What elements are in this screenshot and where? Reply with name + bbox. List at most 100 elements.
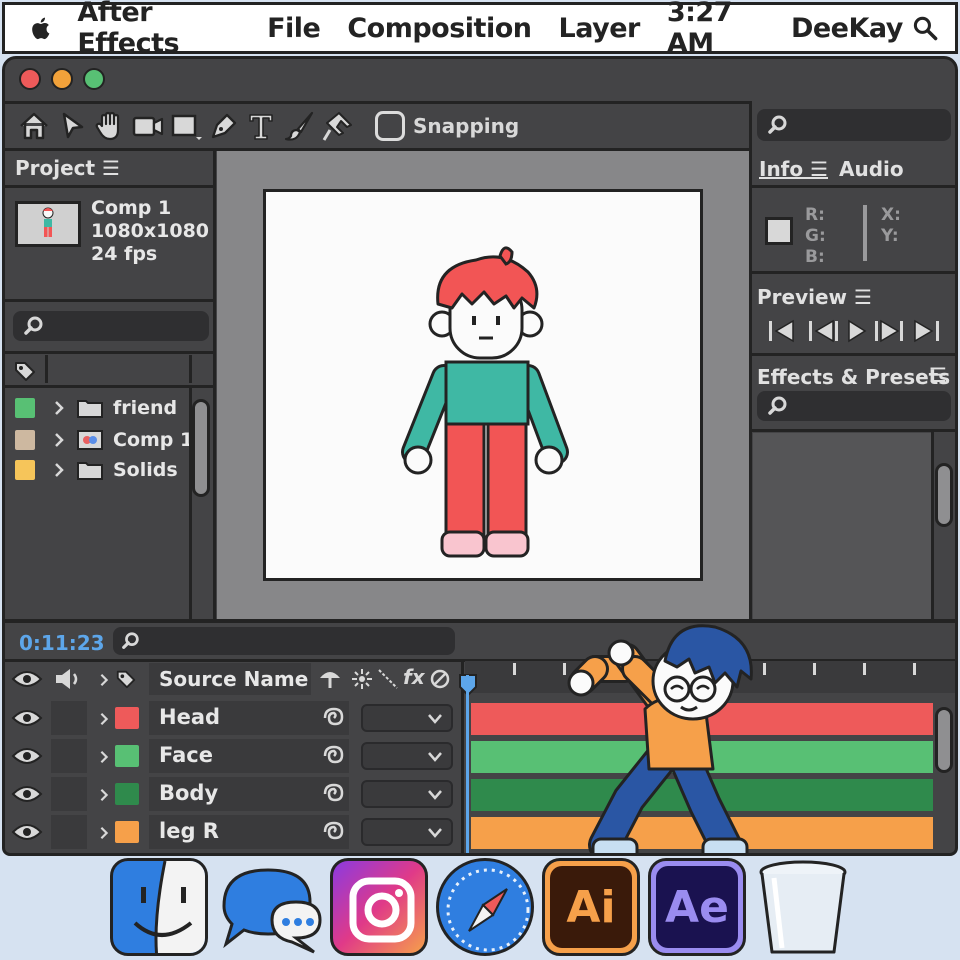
audio-toggle-cell[interactable] [51, 701, 87, 735]
effects-menu-icon[interactable]: ☰ [929, 363, 947, 387]
project-panel-title[interactable]: Project ☰ [15, 156, 120, 180]
selection-arrow-icon[interactable] [55, 109, 89, 143]
after-effects-icon[interactable]: Ae [648, 858, 746, 956]
hand-icon[interactable] [93, 109, 127, 143]
fx-label[interactable]: fx [403, 665, 425, 689]
chevron-right-icon[interactable] [97, 748, 111, 766]
pen-icon[interactable] [207, 109, 241, 143]
spotlight-search-icon[interactable] [911, 12, 939, 44]
project-item-comp-1[interactable]: Comp 1 [15, 425, 193, 455]
previous-frame-icon[interactable] [809, 319, 838, 343]
menu-composition[interactable]: Composition [347, 13, 532, 44]
tab-audio[interactable]: Audio [839, 157, 904, 181]
layer-row-leg-r[interactable]: leg R [5, 815, 461, 853]
home-icon[interactable] [17, 109, 51, 143]
play-icon[interactable] [848, 319, 867, 343]
label-color-swatch[interactable] [15, 460, 35, 480]
layer-row-body[interactable]: Body [5, 777, 461, 815]
layer-row-face[interactable]: Face [5, 739, 461, 777]
chevron-right-icon[interactable] [51, 462, 67, 478]
layer-row-head[interactable]: Head [5, 701, 461, 739]
parent-dropdown[interactable] [361, 742, 453, 770]
close-window-button[interactable] [19, 68, 41, 90]
workspace-search-input[interactable] [757, 109, 951, 141]
instagram-icon[interactable] [330, 858, 428, 956]
chevron-right-icon[interactable] [97, 786, 111, 804]
audio-toggle-cell[interactable] [51, 739, 87, 773]
parent-dropdown[interactable] [361, 704, 453, 732]
chevron-right-icon[interactable] [51, 400, 67, 416]
layer-name[interactable]: leg R [159, 819, 219, 843]
chevron-right-icon[interactable] [51, 432, 67, 448]
zoom-window-button[interactable] [83, 68, 105, 90]
composition-canvas[interactable] [263, 189, 703, 581]
audio-toggle-cell[interactable] [51, 777, 87, 811]
spiral-icon[interactable] [321, 819, 347, 845]
layer-name[interactable]: Body [159, 781, 218, 805]
label-tag-icon[interactable] [13, 359, 37, 383]
spiral-icon[interactable] [321, 705, 347, 731]
adjustment-layer-icon[interactable] [429, 668, 451, 690]
layer-color-swatch[interactable] [115, 707, 139, 729]
spiral-icon[interactable] [321, 743, 347, 769]
brush-icon[interactable] [283, 109, 317, 143]
label-tag-icon[interactable] [115, 668, 137, 690]
snapping-checkbox[interactable] [375, 111, 405, 141]
app-name-menu[interactable]: After Effects [77, 0, 240, 59]
chevron-right-icon[interactable] [97, 671, 111, 689]
audio-toggle-cell[interactable] [51, 815, 87, 849]
chevron-right-icon[interactable] [97, 824, 111, 842]
label-color-swatch[interactable] [15, 398, 35, 418]
minimize-window-button[interactable] [51, 68, 73, 90]
timeline-timecode[interactable]: 0:11:23 [19, 631, 105, 655]
next-frame-icon[interactable] [875, 319, 903, 343]
puppet-pin-icon[interactable] [321, 109, 355, 143]
camera-icon[interactable] [131, 109, 165, 143]
motion-blur-icon[interactable] [377, 668, 399, 690]
trash-icon[interactable] [754, 858, 852, 956]
eye-icon[interactable] [11, 784, 43, 804]
type-icon[interactable] [245, 109, 279, 143]
tab-info[interactable]: Info ☰ [759, 157, 828, 181]
effects-scrollbar[interactable] [935, 463, 953, 527]
effects-search-input[interactable] [757, 391, 951, 421]
shy-layer-icon[interactable] [317, 666, 343, 692]
effects-list[interactable] [753, 433, 931, 621]
parent-dropdown[interactable] [361, 780, 453, 808]
eye-icon[interactable] [11, 669, 43, 689]
menu-file[interactable]: File [267, 13, 321, 44]
project-item-friend[interactable]: friend [15, 393, 177, 423]
menubar-user[interactable]: DeeKay [791, 13, 903, 44]
messages-icon[interactable] [214, 858, 322, 956]
timeline-search-input[interactable] [113, 627, 455, 655]
eye-icon[interactable] [11, 746, 43, 766]
menu-layer[interactable]: Layer [559, 13, 641, 44]
preview-panel-title[interactable]: Preview ☰ [757, 285, 872, 309]
composition-viewer[interactable] [217, 151, 749, 621]
apple-icon[interactable] [29, 13, 55, 43]
source-name-header[interactable]: Source Name [159, 667, 308, 691]
project-scrollbar[interactable] [192, 399, 210, 497]
speaker-icon[interactable] [53, 667, 85, 691]
timeline-scrollbar[interactable] [935, 707, 953, 773]
layer-color-swatch[interactable] [115, 745, 139, 767]
playhead-line[interactable] [466, 675, 469, 853]
effects-presets-title[interactable]: Effects & Presets [757, 365, 950, 389]
safari-icon[interactable] [436, 858, 534, 956]
effect-sun-icon[interactable] [351, 668, 373, 690]
eye-icon[interactable] [11, 708, 43, 728]
layer-name[interactable]: Head [159, 705, 220, 729]
last-frame-icon[interactable] [914, 319, 939, 343]
illustrator-icon[interactable]: Ai [542, 858, 640, 956]
rectangle-icon[interactable] [169, 109, 203, 143]
label-color-swatch[interactable] [15, 430, 35, 450]
eye-icon[interactable] [11, 822, 43, 842]
spiral-icon[interactable] [321, 781, 347, 807]
layer-color-swatch[interactable] [115, 821, 139, 843]
chevron-right-icon[interactable] [97, 710, 111, 728]
project-item-solids[interactable]: Solids [15, 455, 178, 485]
finder-icon[interactable] [110, 858, 208, 956]
layer-name[interactable]: Face [159, 743, 213, 767]
first-frame-icon[interactable] [769, 319, 794, 343]
layer-color-swatch[interactable] [115, 783, 139, 805]
